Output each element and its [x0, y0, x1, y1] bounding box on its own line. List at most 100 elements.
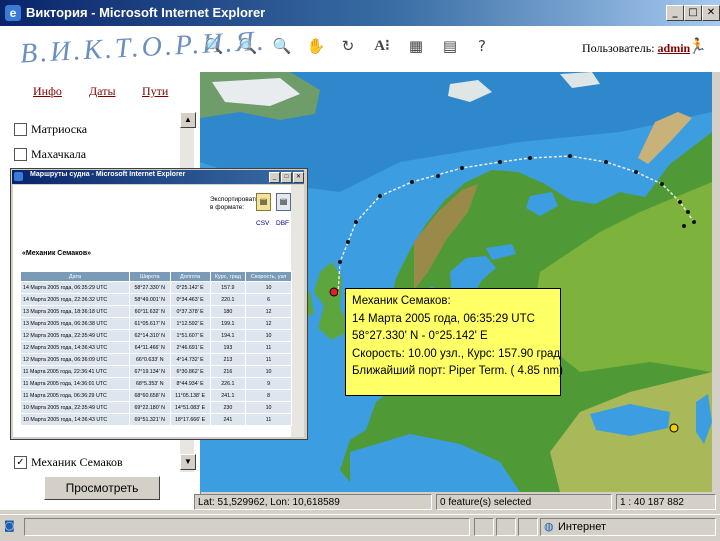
table-cell: 12 Марта 2005 года, 14:36:43 UTC [20, 341, 130, 354]
vessel-checkbox-checked[interactable]: ✓ [14, 456, 27, 469]
table-cell: 69°51.321' N [129, 413, 171, 426]
table-cell: 10 [245, 401, 292, 414]
export-format-label: в формате: [210, 204, 245, 211]
table-cell: 11 [245, 341, 292, 354]
popup-title-bar: Маршруты судна - Microsoft Internet Expl… [12, 170, 304, 184]
table-cell: 12 [245, 305, 292, 318]
csv-file-icon[interactable]: ▤ [256, 193, 271, 211]
close-button[interactable]: ✕ [702, 5, 720, 21]
maximize-button[interactable]: □ [684, 5, 702, 21]
window-title-bar: e Виктория - Microsoft Internet Explorer… [0, 0, 720, 26]
tooltip-speed: Скорость: 10.00 узл., Курс: 157.90 град [352, 347, 561, 360]
table-cell: 4°14.732' E [169, 353, 211, 366]
table-cell: 69°22.180' N [129, 401, 171, 414]
export-dbf-link[interactable]: DBF [276, 220, 289, 227]
table-cell: 10 Марта 2005 года, 22:35:49 UTC [20, 401, 130, 414]
table-cell: 58°27.330' N [129, 281, 171, 294]
map-scale-status: 1 : 40 187 882 [616, 494, 716, 510]
table-cell: 11 [245, 353, 292, 366]
nav-link-dates[interactable]: Даты [89, 84, 116, 99]
print-icon[interactable]: ▤ [440, 36, 460, 56]
popup-title: Маршруты судна - Microsoft Internet Expl… [30, 171, 186, 178]
table-cell: 10 [245, 281, 292, 294]
table-cell: 6 [245, 293, 292, 306]
table-cell: 2°46.691' E [169, 341, 211, 354]
table-row: 10 Марта 2005 года, 14:36:43 UTC 69°51.32… [20, 413, 292, 426]
popup-close-button[interactable]: ✕ [293, 172, 304, 183]
table-cell: 62°14.310' N [129, 329, 171, 342]
table-cell: 194.1 [209, 329, 247, 342]
table-cell: 11 Марта 2005 года, 06:36:29 UTC [20, 389, 130, 402]
popup-vessel-name: «Механик Семаков» [22, 250, 92, 257]
scroll-up-button[interactable]: ▲ [180, 112, 196, 128]
table-cell: 11 Марта 2005 года, 14:36:01 UTC [20, 377, 130, 390]
table-cell: 10 [245, 365, 292, 378]
routes-table: Дата Широта Долгота Курс, град Скорость,… [20, 271, 292, 426]
table-row: 11 Марта 2005 года, 14:36:01 UTC 68°5.353… [20, 377, 292, 390]
table-cell: 61°05.617' N [129, 317, 171, 330]
exit-icon[interactable]: 🏃 [688, 38, 707, 56]
export-csv-link[interactable]: CSV [256, 220, 269, 227]
status-pane [518, 518, 538, 536]
column-header: Широта [129, 271, 171, 282]
view-button[interactable]: Просмотреть [44, 476, 160, 500]
status-pane [496, 518, 516, 536]
table-cell: 13 Марта 2005 года, 06:36:38 UTC [20, 317, 130, 330]
pan-hand-icon[interactable]: ✋ [306, 36, 326, 56]
zoom-in-icon[interactable]: 🔍 [204, 36, 224, 56]
scroll-down-button[interactable]: ▼ [180, 454, 196, 470]
page-icon: ◙ [4, 519, 15, 532]
zoom-region-icon[interactable]: 🔍 [272, 36, 292, 56]
table-cell: 193 [209, 341, 247, 354]
popup-scrollbar[interactable] [291, 185, 304, 437]
popup-maximize-button[interactable]: □ [281, 172, 292, 183]
table-cell: 12 [245, 317, 292, 330]
tooltip-date: 14 Марта 2005 года, 06:35:29 UTC [352, 312, 535, 325]
table-cell: 180 [209, 305, 247, 318]
table-row: 12 Марта 2005 года, 06:36:09 UTC 66°0.633… [20, 353, 292, 366]
table-cell: 66°0.633' N [129, 353, 171, 366]
user-name-link[interactable]: admin [658, 41, 691, 55]
table-row: 14 Марта 2005 года, 06:35:29 UTC 58°27.33… [20, 281, 292, 294]
nav-link-info[interactable]: Инфо [33, 84, 62, 99]
column-header: Долгота [169, 271, 211, 282]
table-cell: 8°44.934' E [169, 377, 211, 390]
table-cell: 10 [245, 329, 292, 342]
table-cell: 10 Марта 2005 года, 14:36:43 UTC [20, 413, 130, 426]
layers-icon[interactable]: ▦ [406, 36, 426, 56]
refresh-icon[interactable]: ↻ [338, 36, 358, 56]
table-cell: 12 Марта 2005 года, 06:36:09 UTC [20, 353, 130, 366]
vessel-checkbox[interactable] [14, 148, 27, 161]
map-coords-status: Lat: 51,529962, Lon: 10,618589 [194, 494, 432, 510]
column-header: Курс, град [209, 271, 247, 282]
internet-globe-icon: ◍ [544, 520, 554, 533]
zoom-out-icon[interactable]: 🔍 [238, 36, 258, 56]
minimize-button[interactable]: _ [666, 5, 684, 21]
nav-link-routes[interactable]: Пути [142, 84, 168, 99]
tooltip-vessel: Механик Семаков: [352, 295, 451, 307]
ie-icon: e [5, 5, 21, 21]
zone-label: Интернет [558, 521, 606, 533]
vessel-tooltip: Механик Семаков: 14 Марта 2005 года, 06:… [345, 288, 563, 396]
vessel-label: Махачкала [31, 147, 87, 161]
table-cell: 11°05.138' E [169, 389, 211, 402]
table-row: 12 Марта 2005 года, 22:35:49 UTC 62°14.31… [20, 329, 292, 342]
vessel-checkbox[interactable] [14, 123, 27, 136]
table-cell: 12 Марта 2005 года, 22:35:49 UTC [20, 329, 130, 342]
table-cell: 0°34.463' E [169, 293, 211, 306]
table-row: 14 Марта 2005 года, 22:36:32 UTC 58°49.00… [20, 293, 292, 306]
table-cell: 241 [209, 413, 247, 426]
table-cell: 8 [245, 389, 292, 402]
popup-minimize-button[interactable]: _ [269, 172, 280, 183]
column-header: Скорость, узл [245, 271, 292, 282]
table-cell: 67°19.134' N [129, 365, 171, 378]
export-label: Экспортировать [210, 196, 259, 203]
table-cell: 60°11.632' N [129, 305, 171, 318]
tooltip-coords: 58°27.330' N - 0°25.142' E [352, 330, 488, 342]
user-info: Пользователь: admin [582, 41, 690, 56]
dbf-file-icon[interactable]: ▤ [276, 193, 291, 211]
table-row: 10 Марта 2005 года, 22:35:49 UTC 69°22.18… [20, 401, 292, 414]
text-info-icon[interactable]: A⁝ [372, 36, 392, 56]
help-icon[interactable]: ? [472, 36, 492, 56]
table-row: 13 Марта 2005 года, 18:36:18 UTC 60°11.63… [20, 305, 292, 318]
